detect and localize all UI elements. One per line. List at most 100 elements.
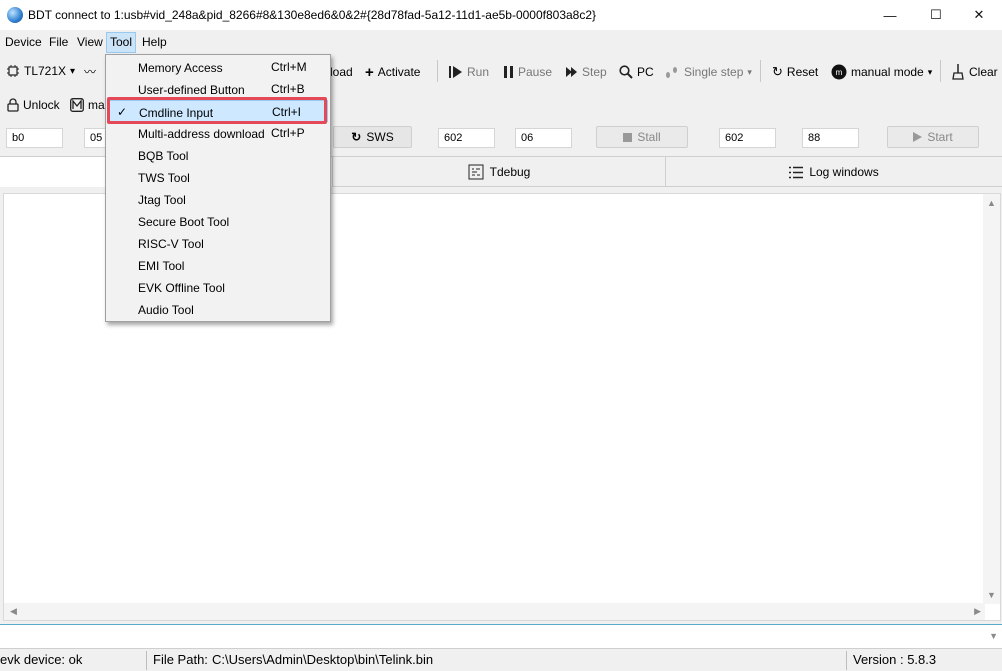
scroll-right-icon[interactable]: ▶ [974, 606, 981, 617]
mode-m-icon [70, 98, 84, 112]
file-path-label: File Path: [153, 652, 208, 667]
chevron-down-icon: ▾ [70, 65, 76, 77]
address-field-3[interactable]: 602 [719, 128, 776, 148]
menu-bar: Device File View Tool Help [0, 30, 1002, 54]
menu-item-bqb-tool[interactable]: BQB Tool [108, 144, 328, 166]
scroll-left-icon[interactable]: ◀ [10, 606, 17, 617]
menu-item-secure-boot-tool[interactable]: Secure Boot Tool [108, 210, 328, 232]
sws-button[interactable]: ↻ SWS [333, 126, 412, 148]
tab-log-windows-label: Log windows [809, 165, 879, 179]
menu-tool[interactable]: Tool [106, 32, 137, 53]
value-field-3[interactable]: 88 [802, 128, 859, 148]
menu-item-jtag-tool[interactable]: Jtag Tool [108, 188, 328, 210]
menu-device[interactable]: Device [1, 32, 46, 53]
debug-icon [468, 164, 484, 180]
svg-text:m: m [836, 68, 843, 77]
tab-tdebug-label: Tdebug [489, 165, 531, 179]
refresh-icon: ↻ [351, 130, 362, 144]
menu-item-emi-tool[interactable]: EMI Tool [108, 254, 328, 276]
start-button[interactable]: Start [887, 126, 979, 148]
menu-item-memory-access[interactable]: Memory Access Ctrl+M [108, 56, 328, 78]
reset-icon: ↻ [772, 64, 783, 79]
reset-button[interactable]: ↻ Reset [772, 61, 818, 83]
menu-item-user-defined-button[interactable]: User-defined Button Ctrl+B [108, 78, 328, 100]
address-field-2[interactable]: 602 [438, 128, 495, 148]
chevron-down-icon[interactable]: ▼ [989, 631, 998, 641]
menu-item-evk-offline-tool[interactable]: EVK Offline Tool [108, 276, 328, 298]
file-path-value: C:\Users\Admin\Desktop\bin\Telink.bin [212, 652, 434, 667]
unlock-button[interactable]: Unlock [7, 94, 60, 116]
tab-log-windows[interactable]: Log windows [666, 157, 1002, 187]
tab-tdebug[interactable]: Tdebug [333, 157, 666, 187]
menu-view[interactable]: View [73, 32, 107, 53]
chevron-down-icon: ▾ [747, 66, 752, 77]
mode-icon: m [831, 64, 847, 80]
chip-selector[interactable]: TL721X ▾ [6, 60, 75, 82]
reset-label: Reset [786, 65, 819, 79]
wave-icon: 〰 [84, 64, 97, 79]
start-label: Start [927, 130, 953, 144]
wave-button[interactable]: 〰 [84, 60, 96, 82]
maximize-button[interactable]: ☐ [913, 0, 959, 30]
menu-item-multi-address-download[interactable]: Multi-address download Ctrl+P [108, 122, 328, 144]
toolbar-divider [760, 60, 761, 82]
stall-label: Stall [637, 130, 661, 144]
clear-button[interactable]: Clear [951, 61, 998, 83]
menu-help[interactable]: Help [138, 32, 171, 53]
list-icon [789, 166, 804, 179]
pause-icon [504, 66, 514, 78]
activate-label: Activate [377, 65, 421, 79]
step-button[interactable]: Step [566, 61, 607, 83]
stop-icon [623, 132, 633, 142]
menu-item-cmdline-input[interactable]: ✓ Cmdline Input Ctrl+I [108, 100, 328, 122]
menu-file[interactable]: File [45, 32, 72, 53]
scroll-down-icon[interactable]: ▼ [987, 590, 996, 600]
ma-label: ma [88, 98, 105, 112]
app-globe-icon [7, 7, 23, 23]
plus-icon: + [365, 63, 374, 81]
manual-mode-dropdown[interactable]: m manual mode ▾ [831, 61, 932, 83]
vertical-scrollbar[interactable]: ▲ ▼ [983, 194, 1000, 604]
single-step-dropdown[interactable]: Single step ▾ [664, 61, 752, 83]
tool-menu-dropdown: Memory Access Ctrl+M User-defined Button… [105, 54, 331, 322]
menu-item-tws-tool[interactable]: TWS Tool [108, 166, 328, 188]
check-icon: ✓ [117, 105, 128, 119]
download-label: load [330, 65, 353, 79]
unlock-label: Unlock [23, 98, 60, 112]
step-icon [566, 66, 578, 78]
toolbar-divider [940, 60, 941, 82]
close-button[interactable]: ✕ [956, 0, 1002, 30]
chevron-down-icon: ▾ [927, 66, 933, 77]
stall-button[interactable]: Stall [596, 126, 688, 148]
pause-button[interactable]: Pause [504, 61, 552, 83]
manual-mode-label: manual mode [851, 65, 924, 79]
horizontal-scrollbar[interactable]: ◀ ▶ [4, 603, 985, 620]
address-field-1[interactable]: b0 [6, 128, 63, 148]
status-divider [846, 651, 847, 670]
scroll-up-icon[interactable]: ▲ [987, 198, 996, 208]
ma-button[interactable]: ma [70, 94, 105, 116]
menu-item-risc-v-tool[interactable]: RISC-V Tool [108, 232, 328, 254]
version-label: Version : 5.8.3 [853, 652, 937, 667]
single-step-label: Single step [684, 65, 744, 79]
menu-item-audio-tool[interactable]: Audio Tool [108, 298, 328, 320]
activate-button[interactable]: + Activate [365, 61, 420, 83]
status-divider [146, 651, 147, 670]
sws-label: SWS [366, 130, 394, 144]
chip-icon [6, 64, 20, 78]
pc-button[interactable]: PC [619, 61, 654, 83]
run-label: Run [467, 65, 490, 79]
run-button[interactable]: Run [449, 61, 489, 83]
search-icon [619, 65, 633, 79]
value-field-2[interactable]: 06 [515, 128, 572, 148]
pause-label: Pause [518, 65, 553, 79]
download-button[interactable]: load [330, 61, 353, 83]
cmdline-input[interactable]: ▼ [0, 624, 1002, 649]
step-label: Step [582, 65, 607, 79]
broom-icon [951, 64, 965, 80]
lock-icon [7, 98, 19, 112]
title-bar: BDT connect to 1:usb#vid_248a&pid_8266#8… [0, 0, 1002, 30]
toolbar-divider [437, 60, 438, 82]
minimize-button[interactable]: — [867, 0, 913, 30]
device-status: evk device: ok [0, 652, 83, 667]
